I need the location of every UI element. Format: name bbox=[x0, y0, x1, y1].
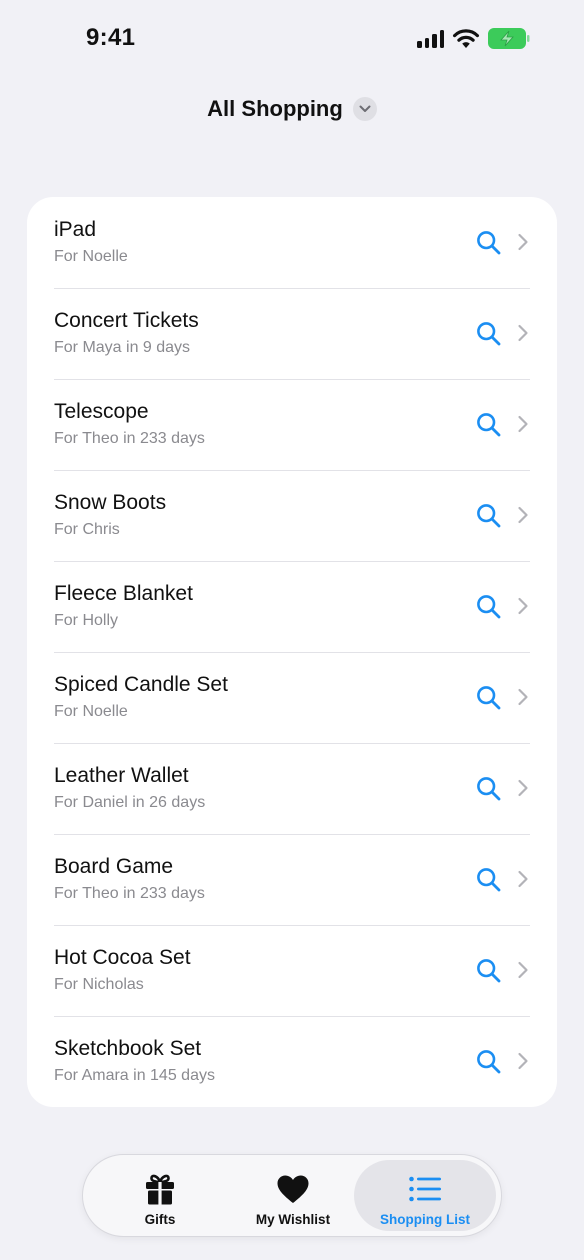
item-subtitle: For Noelle bbox=[54, 703, 128, 720]
list-item[interactable]: Fleece Blanket For Holly bbox=[27, 561, 557, 652]
item-title: Concert Tickets bbox=[54, 309, 199, 332]
wifi-icon bbox=[453, 29, 479, 48]
tab-label: My Wishlist bbox=[255, 1212, 331, 1227]
chevron-right-icon bbox=[518, 597, 528, 615]
chevron-right-icon bbox=[518, 1052, 528, 1070]
chevron-right-icon bbox=[518, 233, 528, 251]
item-subtitle: For Amara in 145 days bbox=[54, 1067, 215, 1084]
search-icon[interactable] bbox=[476, 1049, 501, 1074]
list-item[interactable]: Hot Cocoa Set For Nicholas bbox=[27, 925, 557, 1016]
chevron-right-icon bbox=[518, 324, 528, 342]
chevron-right-icon bbox=[518, 506, 528, 524]
status-icons bbox=[417, 28, 530, 49]
search-icon[interactable] bbox=[476, 594, 501, 619]
list-item[interactable]: Snow Boots For Chris bbox=[27, 470, 557, 561]
item-subtitle: For Theo in 233 days bbox=[54, 885, 205, 902]
item-subtitle: For Nicholas bbox=[54, 976, 144, 993]
list-item[interactable]: Board Game For Theo in 233 days bbox=[27, 834, 557, 925]
tab-bar: Gifts My Wishlist Shopping List bbox=[82, 1154, 502, 1237]
item-title: Hot Cocoa Set bbox=[54, 946, 191, 969]
list-icon bbox=[409, 1176, 441, 1202]
search-icon[interactable] bbox=[476, 321, 501, 346]
chevron-right-icon bbox=[518, 870, 528, 888]
item-title: iPad bbox=[54, 218, 97, 241]
item-title: Snow Boots bbox=[54, 491, 167, 514]
search-icon[interactable] bbox=[476, 230, 501, 255]
item-subtitle: For Chris bbox=[54, 521, 120, 538]
item-title: Telescope bbox=[54, 400, 149, 423]
item-title: Leather Wallet bbox=[54, 764, 189, 787]
search-icon[interactable] bbox=[476, 958, 501, 983]
list-item[interactable]: iPad For Noelle bbox=[27, 197, 557, 288]
item-subtitle: For Daniel in 26 days bbox=[54, 794, 206, 811]
item-subtitle: For Maya in 9 days bbox=[54, 339, 191, 356]
item-title: Sketchbook Set bbox=[54, 1037, 202, 1060]
chevron-right-icon bbox=[518, 961, 528, 979]
list-item[interactable]: Spiced Candle Set For Noelle bbox=[27, 652, 557, 743]
search-icon[interactable] bbox=[476, 776, 501, 801]
tab-gifts[interactable]: Gifts bbox=[89, 1160, 231, 1231]
battery-charging-icon bbox=[488, 28, 530, 49]
status-bar: 9:41 bbox=[0, 0, 584, 76]
list-item[interactable]: Telescope For Theo in 233 days bbox=[27, 379, 557, 470]
chevron-right-icon bbox=[518, 688, 528, 706]
title-dropdown-button[interactable] bbox=[352, 97, 377, 121]
list-item[interactable]: Leather Wallet For Daniel in 26 days bbox=[27, 743, 557, 834]
item-title: Spiced Candle Set bbox=[54, 673, 228, 696]
heart-icon bbox=[277, 1175, 309, 1203]
item-subtitle: For Holly bbox=[54, 612, 119, 629]
tab-label: Shopping List bbox=[380, 1212, 470, 1227]
tab-my-wishlist[interactable]: My Wishlist bbox=[222, 1160, 364, 1231]
list-item[interactable]: Concert Tickets For Maya in 9 days bbox=[27, 288, 557, 379]
tab-shopping-list[interactable]: Shopping List bbox=[354, 1160, 496, 1231]
tab-label: Gifts bbox=[144, 1212, 176, 1227]
status-time: 9:41 bbox=[86, 24, 136, 51]
item-title: Board Game bbox=[54, 855, 174, 878]
search-icon[interactable] bbox=[476, 867, 501, 892]
search-icon[interactable] bbox=[476, 503, 501, 528]
chevron-right-icon bbox=[518, 779, 528, 797]
shopping-list: iPad For Noelle Concert Tickets For Maya… bbox=[27, 197, 557, 1107]
gift-icon bbox=[146, 1174, 174, 1205]
search-icon[interactable] bbox=[476, 412, 501, 437]
item-title: Fleece Blanket bbox=[54, 582, 193, 605]
header: All Shopping bbox=[0, 92, 584, 126]
chevron-down-icon bbox=[359, 105, 371, 112]
search-icon[interactable] bbox=[476, 685, 501, 710]
signal-icon bbox=[417, 29, 444, 48]
chevron-right-icon bbox=[518, 415, 528, 433]
item-subtitle: For Noelle bbox=[54, 248, 128, 265]
list-item[interactable]: Sketchbook Set For Amara in 145 days bbox=[27, 1016, 557, 1107]
page-title[interactable]: All Shopping bbox=[207, 96, 343, 122]
item-subtitle: For Theo in 233 days bbox=[54, 430, 205, 447]
